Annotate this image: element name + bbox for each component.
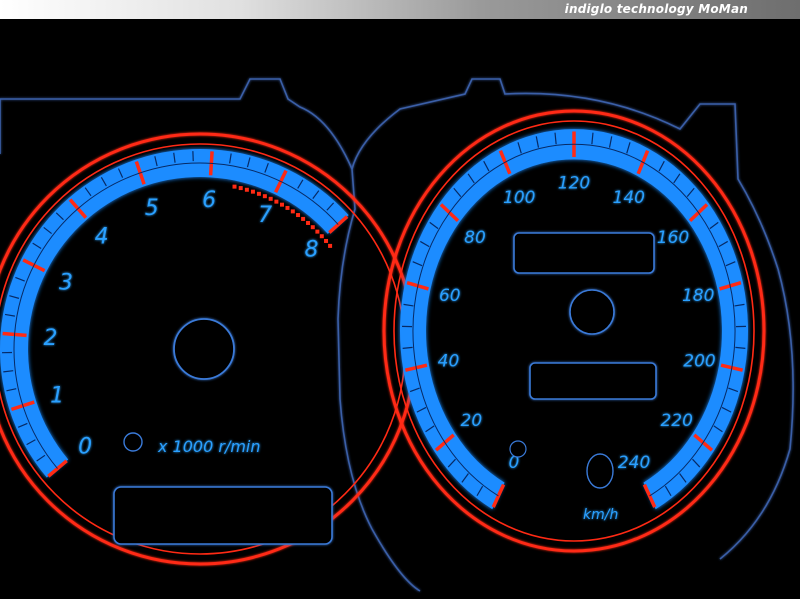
tachometer-label: 0 xyxy=(78,434,92,459)
tachometer-redline-dot xyxy=(256,191,261,196)
tachometer-redline-dot xyxy=(250,189,255,194)
tachometer-scale-band xyxy=(0,149,349,478)
speedometer-label: 240 xyxy=(618,453,650,473)
tachometer-redline-dot xyxy=(301,216,306,221)
tachometer-label: 6 xyxy=(202,188,216,213)
tachometer-label: 4 xyxy=(95,225,109,250)
tachometer-redline-dot xyxy=(315,229,320,234)
tachometer-redline-dot xyxy=(274,199,279,204)
tachometer-redline-dot xyxy=(238,186,243,191)
speedometer-indicator-hole xyxy=(509,440,527,458)
tachometer-label: 7 xyxy=(258,203,272,228)
watermark-text: indiglo technology MoMan xyxy=(565,2,748,16)
tachometer-hub xyxy=(173,318,235,380)
tachometer-redline-dot xyxy=(328,243,333,248)
tachometer-redline-dot xyxy=(310,225,315,230)
tachometer-label: 3 xyxy=(59,270,73,295)
tachometer-redline-dot xyxy=(232,184,237,189)
speedometer-unit: km/h xyxy=(583,507,618,523)
speedometer-label: 220 xyxy=(660,411,692,431)
tachometer-label: 2 xyxy=(43,326,57,351)
speedometer-hub xyxy=(569,289,615,335)
tachometer-labels: 01 2 34 5 6 7 8 xyxy=(43,188,318,459)
speedometer-label: 100 xyxy=(503,188,535,208)
speedometer-label: 20 xyxy=(461,411,483,431)
tachometer-display-window xyxy=(113,486,333,545)
banner-tagline: indiglo technology xyxy=(564,2,694,16)
tachometer-redline-dot xyxy=(296,213,301,218)
speedometer-label: 80 xyxy=(464,228,486,248)
tachometer-redline-dot xyxy=(285,205,290,210)
speedometer-label: 160 xyxy=(657,228,689,248)
tachometer-unit: x 1000 r/min xyxy=(157,437,261,456)
speedometer-label: 60 xyxy=(439,286,461,306)
tachometer-reset-hole xyxy=(123,432,143,452)
tachometer-redline-dot xyxy=(319,234,324,239)
tachometer-redline-dot xyxy=(262,194,267,199)
speedometer-label: 120 xyxy=(558,174,590,194)
speedometer-label: 40 xyxy=(438,351,460,371)
tachometer-band-fill xyxy=(0,149,349,478)
watermark-banner: indiglo technology MoMan xyxy=(0,0,800,19)
tachometer-redline-dot xyxy=(306,220,311,225)
speedometer-label: 200 xyxy=(683,351,715,371)
tachometer: 01 2 34 5 6 7 8 x 1000 r/min xyxy=(0,132,417,566)
speedometer-label: 140 xyxy=(613,188,645,208)
tachometer-redline-dot xyxy=(324,238,329,243)
tachometer-redline-dot xyxy=(244,187,249,192)
tachometer-redline-dot xyxy=(279,202,284,207)
tachometer-redline-dot xyxy=(290,209,295,214)
trip-odometer-window xyxy=(513,232,655,274)
tachometer-label: 8 xyxy=(304,238,318,263)
trip-reset-knob xyxy=(586,453,614,489)
odometer-window xyxy=(529,362,657,400)
speedometer-label: 180 xyxy=(682,286,714,306)
speedometer: 020406080100120140160180200220240 km/h xyxy=(382,109,766,553)
tachometer-label: 5 xyxy=(145,196,159,221)
gauge-photo: indiglo technology MoMan 01 2 34 5 6 7 8 x 100… xyxy=(0,0,800,599)
banner-brand: MoMan xyxy=(698,2,748,16)
tachometer-label: 1 xyxy=(50,384,64,409)
tachometer-redline-dot xyxy=(268,196,273,201)
gauge-cluster: 012345 678 x 1000 r/min 02040608010012014… xyxy=(0,78,794,592)
